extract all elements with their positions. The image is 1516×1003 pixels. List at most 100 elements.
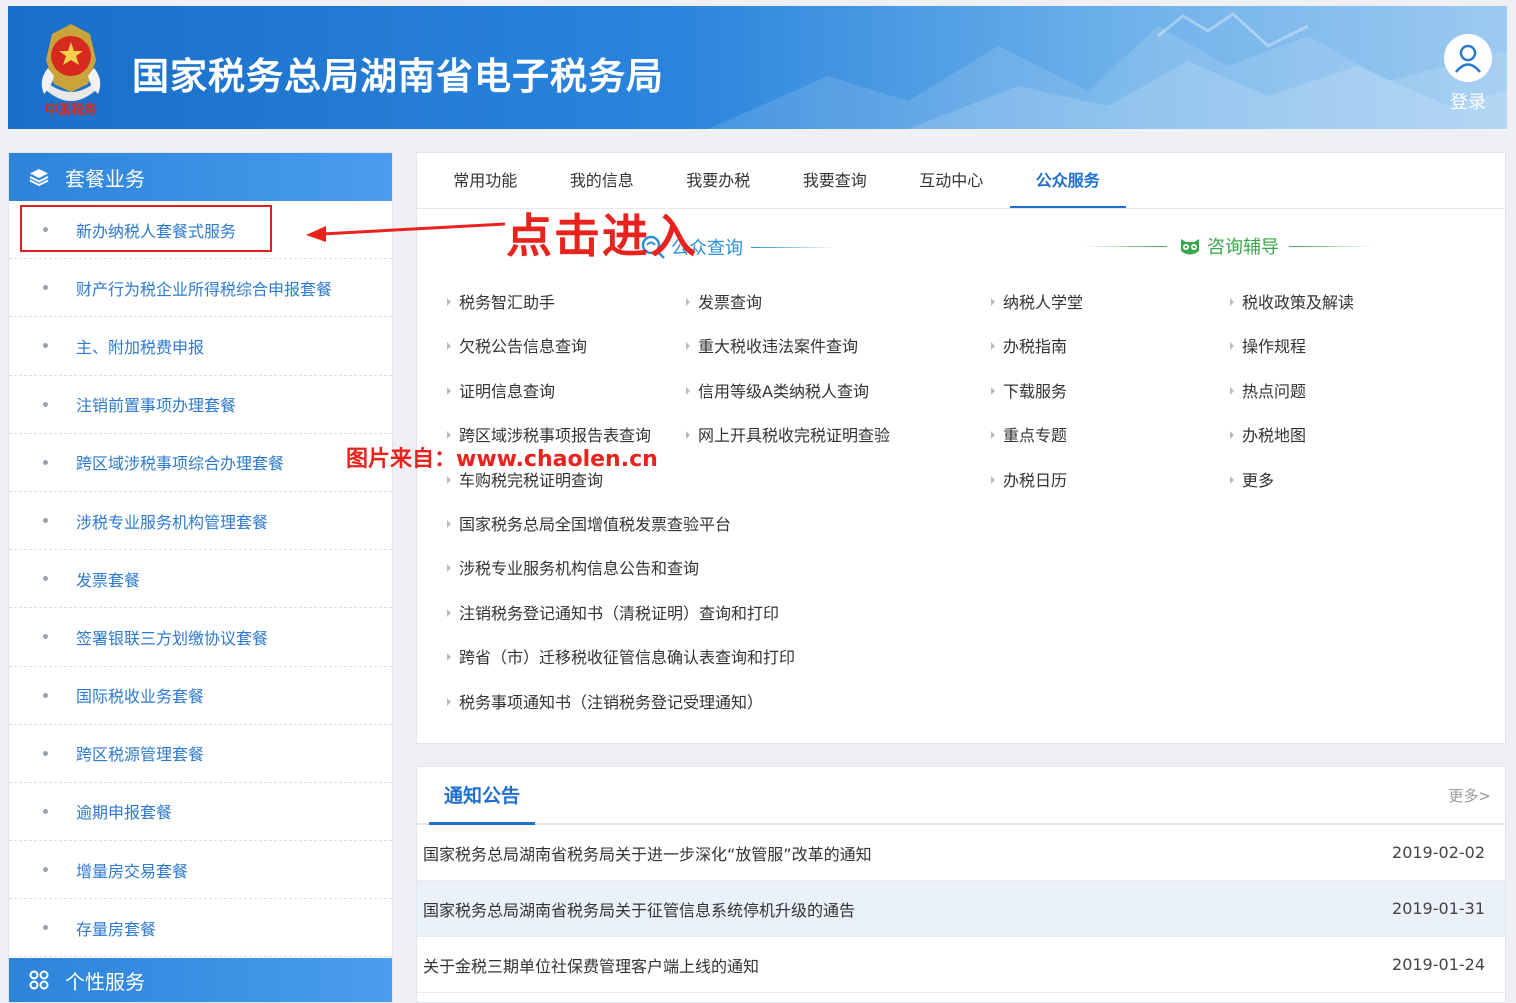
tab-item[interactable]: 我要查询	[777, 153, 894, 208]
notice-row-title: 国家税务总局湖南省税务局关于征管信息系统停机升级的通告	[423, 900, 856, 920]
login-button[interactable]: 登录	[1436, 34, 1500, 114]
bullet-dot-icon	[43, 285, 48, 291]
service-link[interactable]: 税收政策及解读	[1230, 289, 1354, 313]
service-link[interactable]: 发票查询	[686, 289, 762, 313]
sidebar-list: 新办纳税人套餐式服务财产行为税企业所得税综合申报套餐 主、附加税费申报注销前置事项…	[9, 201, 392, 958]
page: 中国税务 国家税务总局湖南省电子税务局 登录 套餐业务 新办纳税人套餐式服务财产…	[0, 0, 1516, 1003]
sidebar-footer-label: 个性服务	[65, 969, 145, 994]
sidebar-item-label: 跨区域涉税事项综合办理套餐	[76, 454, 285, 474]
notice-list: 国家税务总局湖南省税务局关于进一步深化“放管服”改革的通知 2019-02-02 国…	[417, 825, 1505, 993]
service-link[interactable]: 重大税收违法案件查询	[686, 333, 858, 357]
sidebar-item[interactable]: 发票套餐	[9, 550, 392, 609]
sidebar-item-label: 签署银联三方划缴协议套餐	[76, 628, 269, 648]
notice-row-date: 2019-01-24	[1392, 955, 1485, 974]
sidebar-header: 套餐业务	[9, 153, 392, 201]
sidebar-item[interactable]: 跨区税源管理套餐	[9, 725, 392, 783]
notice-more-link[interactable]: 更多>	[1448, 785, 1491, 806]
consult-divider-right	[1289, 245, 1373, 247]
notice-panel: 通知公告 更多> 国家税务总局湖南省税务局关于进一步深化“放管服”改革的通知 20…	[416, 766, 1506, 1003]
service-link[interactable]: 涉税专业服务机构信息公告和查询	[447, 555, 699, 579]
sidebar-item-label: 增量房交易套餐	[76, 861, 189, 881]
sidebar-footer-personal-service[interactable]: 个性服务	[9, 958, 392, 1002]
sidebar-item[interactable]: 存量房套餐	[9, 899, 392, 958]
sidebar-item[interactable]: 主、附加税费申报	[9, 317, 392, 376]
service-link[interactable]: 税务事项通知书（注销税务登记受理通知）	[447, 689, 763, 713]
annotation-source: 图片来自：www.chaolen.cn	[346, 447, 658, 472]
sidebar-item[interactable]: 涉税专业服务机构管理套餐	[9, 492, 392, 551]
annotation-arrow	[306, 222, 506, 242]
sidebar-item[interactable]: 注销前置事项办理套餐	[9, 376, 392, 434]
service-link[interactable]: 跨省（市）迁移税收征管信息确认表查询和打印	[447, 644, 795, 668]
bullet-dot-icon	[43, 808, 48, 814]
site-header: 中国税务 国家税务总局湖南省电子税务局 登录	[8, 6, 1507, 129]
sidebar-item-label: 发票套餐	[76, 570, 141, 590]
login-label: 登录	[1450, 92, 1486, 113]
bullet-dot-icon	[43, 692, 48, 698]
notice-header: 通知公告 更多>	[417, 767, 1505, 825]
public-query-divider	[751, 246, 835, 248]
service-link[interactable]: 欠税公告信息查询	[447, 333, 587, 357]
layers-icon	[29, 169, 49, 187]
sidebar-title: 套餐业务	[65, 166, 145, 191]
package-sidebar: 套餐业务 新办纳税人套餐式服务财产行为税企业所得税综合申报套餐 主、附加税费申报注…	[8, 152, 393, 1003]
sidebar-item[interactable]: 逾期申报套餐	[9, 783, 392, 842]
bullet-dot-icon	[43, 750, 48, 756]
bullet-dot-icon	[43, 925, 48, 931]
bullet-dot-icon	[43, 576, 48, 582]
service-link[interactable]: 国家税务总局全国增值税发票查验平台	[447, 511, 731, 535]
consult-divider-left	[1083, 245, 1167, 247]
service-link[interactable]: 信用等级A类纳税人查询	[686, 378, 869, 402]
bullet-dot-icon	[43, 634, 48, 640]
service-link[interactable]: 办税指南	[991, 333, 1067, 357]
service-link[interactable]: 重点专题	[991, 422, 1067, 446]
bullet-dot-icon	[43, 867, 48, 873]
svg-text:中国税务: 中国税务	[45, 102, 98, 118]
bullet-dot-icon	[43, 401, 48, 407]
sidebar-item-label: 财产行为税企业所得税综合申报套餐	[76, 279, 333, 299]
sidebar-item[interactable]: 增量房交易套餐	[9, 841, 392, 900]
bullet-dot-icon	[43, 227, 48, 233]
service-link[interactable]: 办税地图	[1230, 422, 1306, 446]
sidebar-item[interactable]: 签署银联三方划缴协议套餐	[9, 608, 392, 667]
notice-row-date: 2019-02-02	[1392, 843, 1485, 862]
service-link[interactable]: 热点问题	[1230, 378, 1306, 402]
service-link[interactable]: 税务智汇助手	[447, 289, 555, 313]
sidebar-item-label: 逾期申报套餐	[76, 803, 173, 823]
service-link[interactable]: 更多	[1230, 467, 1274, 491]
service-link[interactable]: 证明信息查询	[447, 378, 555, 402]
service-link[interactable]: 办税日历	[991, 467, 1067, 491]
notice-row[interactable]: 国家税务总局湖南省税务局关于征管信息系统停机升级的通告 2019-01-31	[417, 881, 1505, 937]
service-link[interactable]: 网上开具税收完税证明查验	[686, 422, 890, 446]
notice-row-date: 2019-01-31	[1392, 899, 1485, 918]
bullet-dot-icon	[43, 459, 48, 465]
tax-emblem-logo: 中国税务	[30, 20, 112, 118]
service-link[interactable]: 下载服务	[991, 378, 1067, 402]
notice-row-title: 国家税务总局湖南省税务局关于进一步深化“放管服”改革的通知	[423, 844, 872, 864]
service-link[interactable]: 纳税人学堂	[991, 289, 1083, 313]
site-title: 国家税务总局湖南省电子税务局	[132, 55, 664, 98]
consult-header: 咨询辅导	[1083, 233, 1373, 259]
sidebar-item-label: 新办纳税人套餐式服务	[76, 221, 237, 241]
sidebar-item-label: 存量房套餐	[76, 919, 157, 939]
sidebar-item-label: 涉税专业服务机构管理套餐	[76, 512, 269, 532]
sidebar-item-label: 主、附加税费申报	[76, 337, 205, 357]
cloverleaf-icon	[29, 970, 49, 990]
service-link[interactable]: 注销税务登记通知书（清税证明）查询和打印	[447, 600, 779, 624]
service-link[interactable]: 操作规程	[1230, 333, 1306, 357]
notice-row[interactable]: 国家税务总局湖南省税务局关于进一步深化“放管服”改革的通知 2019-02-02	[417, 825, 1505, 881]
sidebar-item-label: 国际税收业务套餐	[76, 687, 205, 707]
tab-item[interactable]: 公众服务	[1009, 153, 1126, 208]
sidebar-item[interactable]: 跨区域涉税事项综合办理套餐	[9, 434, 392, 492]
tab-item[interactable]: 互动中心	[893, 153, 1010, 208]
notice-row[interactable]: 关于金税三期单位社保费管理客户端上线的通知 2019-01-24	[417, 937, 1505, 993]
sidebar-item[interactable]: 国际税收业务套餐	[9, 667, 392, 725]
bullet-dot-icon	[43, 343, 48, 349]
sidebar-item-label: 跨区税源管理套餐	[76, 745, 205, 765]
sidebar-item[interactable]: 财产行为税企业所得税综合申报套餐	[9, 259, 392, 318]
consult-title: 咨询辅导	[1207, 237, 1279, 258]
notice-title: 通知公告	[429, 767, 536, 825]
bullet-dot-icon	[43, 518, 48, 524]
owl-icon	[1181, 239, 1199, 255]
annotation-click-hint: 点击进入	[506, 209, 698, 263]
sidebar-item-label: 注销前置事项办理套餐	[76, 396, 237, 416]
